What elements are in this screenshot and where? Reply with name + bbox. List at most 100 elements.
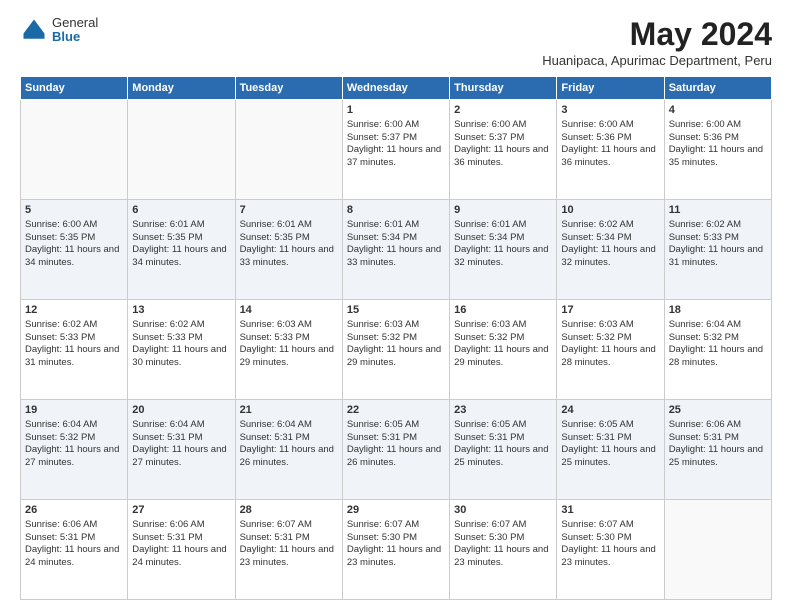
sunset-text: Sunset: 5:31 PM [561,432,659,445]
daylight-text: Daylight: 11 hours and 27 minutes. [25,444,123,470]
daylight-text: Daylight: 11 hours and 37 minutes. [347,144,445,170]
calendar-day-cell: 24Sunrise: 6:05 AMSunset: 5:31 PMDayligh… [557,400,664,500]
daylight-text: Daylight: 11 hours and 25 minutes. [561,444,659,470]
day-number: 23 [454,403,552,418]
daylight-text: Daylight: 11 hours and 23 minutes. [240,544,338,570]
header-row: SundayMondayTuesdayWednesdayThursdayFrid… [21,77,772,100]
sunset-text: Sunset: 5:36 PM [669,132,767,145]
sunset-text: Sunset: 5:30 PM [454,532,552,545]
daylight-text: Daylight: 11 hours and 29 minutes. [347,344,445,370]
logo: General Blue [20,16,98,45]
sunset-text: Sunset: 5:34 PM [454,232,552,245]
day-number: 11 [669,203,767,218]
daylight-text: Daylight: 11 hours and 25 minutes. [454,444,552,470]
sunset-text: Sunset: 5:35 PM [132,232,230,245]
daylight-text: Daylight: 11 hours and 28 minutes. [669,344,767,370]
day-number: 9 [454,203,552,218]
sunset-text: Sunset: 5:31 PM [240,532,338,545]
day-number: 25 [669,403,767,418]
calendar-day-cell: 20Sunrise: 6:04 AMSunset: 5:31 PMDayligh… [128,400,235,500]
sunset-text: Sunset: 5:31 PM [347,432,445,445]
day-number: 15 [347,303,445,318]
daylight-text: Daylight: 11 hours and 28 minutes. [561,344,659,370]
sunrise-text: Sunrise: 6:04 AM [25,419,123,432]
sunrise-text: Sunrise: 6:07 AM [561,519,659,532]
sunset-text: Sunset: 5:32 PM [454,332,552,345]
day-number: 14 [240,303,338,318]
daylight-text: Daylight: 11 hours and 23 minutes. [347,544,445,570]
logo-text: General Blue [52,16,98,45]
daylight-text: Daylight: 11 hours and 33 minutes. [240,244,338,270]
calendar-day-cell: 29Sunrise: 6:07 AMSunset: 5:30 PMDayligh… [342,500,449,600]
weekday-header: Saturday [664,77,771,100]
sunrise-text: Sunrise: 6:05 AM [561,419,659,432]
weekday-header: Friday [557,77,664,100]
daylight-text: Daylight: 11 hours and 33 minutes. [347,244,445,270]
sunrise-text: Sunrise: 6:07 AM [454,519,552,532]
sunrise-text: Sunrise: 6:01 AM [240,219,338,232]
daylight-text: Daylight: 11 hours and 29 minutes. [240,344,338,370]
sunset-text: Sunset: 5:33 PM [669,232,767,245]
calendar-day-cell: 17Sunrise: 6:03 AMSunset: 5:32 PMDayligh… [557,300,664,400]
sunrise-text: Sunrise: 6:04 AM [132,419,230,432]
day-number: 16 [454,303,552,318]
sunrise-text: Sunrise: 6:06 AM [25,519,123,532]
daylight-text: Daylight: 11 hours and 24 minutes. [25,544,123,570]
sunrise-text: Sunrise: 6:00 AM [347,119,445,132]
daylight-text: Daylight: 11 hours and 25 minutes. [669,444,767,470]
sunrise-text: Sunrise: 6:04 AM [240,419,338,432]
day-number: 7 [240,203,338,218]
calendar-day-cell: 23Sunrise: 6:05 AMSunset: 5:31 PMDayligh… [450,400,557,500]
calendar-day-cell: 16Sunrise: 6:03 AMSunset: 5:32 PMDayligh… [450,300,557,400]
sunrise-text: Sunrise: 6:02 AM [561,219,659,232]
sunset-text: Sunset: 5:33 PM [240,332,338,345]
sunrise-text: Sunrise: 6:03 AM [454,319,552,332]
sunset-text: Sunset: 5:35 PM [240,232,338,245]
location: Huanipaca, Apurimac Department, Peru [542,53,772,68]
daylight-text: Daylight: 11 hours and 29 minutes. [454,344,552,370]
sunrise-text: Sunrise: 6:02 AM [132,319,230,332]
logo-general: General [52,16,98,30]
sunset-text: Sunset: 5:33 PM [132,332,230,345]
sunset-text: Sunset: 5:37 PM [454,132,552,145]
sunrise-text: Sunrise: 6:03 AM [347,319,445,332]
weekday-header: Monday [128,77,235,100]
sunrise-text: Sunrise: 6:02 AM [669,219,767,232]
logo-icon [20,16,48,44]
sunset-text: Sunset: 5:31 PM [669,432,767,445]
calendar-week-row: 19Sunrise: 6:04 AMSunset: 5:32 PMDayligh… [21,400,772,500]
day-number: 20 [132,403,230,418]
calendar-day-cell: 3Sunrise: 6:00 AMSunset: 5:36 PMDaylight… [557,100,664,200]
calendar-day-cell: 14Sunrise: 6:03 AMSunset: 5:33 PMDayligh… [235,300,342,400]
day-number: 28 [240,503,338,518]
sunrise-text: Sunrise: 6:00 AM [669,119,767,132]
daylight-text: Daylight: 11 hours and 23 minutes. [561,544,659,570]
day-number: 17 [561,303,659,318]
calendar-day-cell [664,500,771,600]
calendar-day-cell: 30Sunrise: 6:07 AMSunset: 5:30 PMDayligh… [450,500,557,600]
day-number: 2 [454,103,552,118]
sunset-text: Sunset: 5:31 PM [132,532,230,545]
calendar-week-row: 12Sunrise: 6:02 AMSunset: 5:33 PMDayligh… [21,300,772,400]
day-number: 22 [347,403,445,418]
sunset-text: Sunset: 5:37 PM [347,132,445,145]
daylight-text: Daylight: 11 hours and 34 minutes. [132,244,230,270]
sunrise-text: Sunrise: 6:04 AM [669,319,767,332]
sunset-text: Sunset: 5:32 PM [561,332,659,345]
day-number: 3 [561,103,659,118]
sunset-text: Sunset: 5:35 PM [25,232,123,245]
sunrise-text: Sunrise: 6:06 AM [669,419,767,432]
day-number: 19 [25,403,123,418]
calendar-day-cell: 5Sunrise: 6:00 AMSunset: 5:35 PMDaylight… [21,200,128,300]
calendar-day-cell: 8Sunrise: 6:01 AMSunset: 5:34 PMDaylight… [342,200,449,300]
day-number: 13 [132,303,230,318]
calendar-day-cell: 6Sunrise: 6:01 AMSunset: 5:35 PMDaylight… [128,200,235,300]
calendar-day-cell: 2Sunrise: 6:00 AMSunset: 5:37 PMDaylight… [450,100,557,200]
calendar-day-cell: 9Sunrise: 6:01 AMSunset: 5:34 PMDaylight… [450,200,557,300]
calendar-day-cell: 18Sunrise: 6:04 AMSunset: 5:32 PMDayligh… [664,300,771,400]
sunset-text: Sunset: 5:30 PM [347,532,445,545]
title-area: May 2024 Huanipaca, Apurimac Department,… [542,16,772,68]
calendar-day-cell: 26Sunrise: 6:06 AMSunset: 5:31 PMDayligh… [21,500,128,600]
sunset-text: Sunset: 5:33 PM [25,332,123,345]
calendar-week-row: 26Sunrise: 6:06 AMSunset: 5:31 PMDayligh… [21,500,772,600]
